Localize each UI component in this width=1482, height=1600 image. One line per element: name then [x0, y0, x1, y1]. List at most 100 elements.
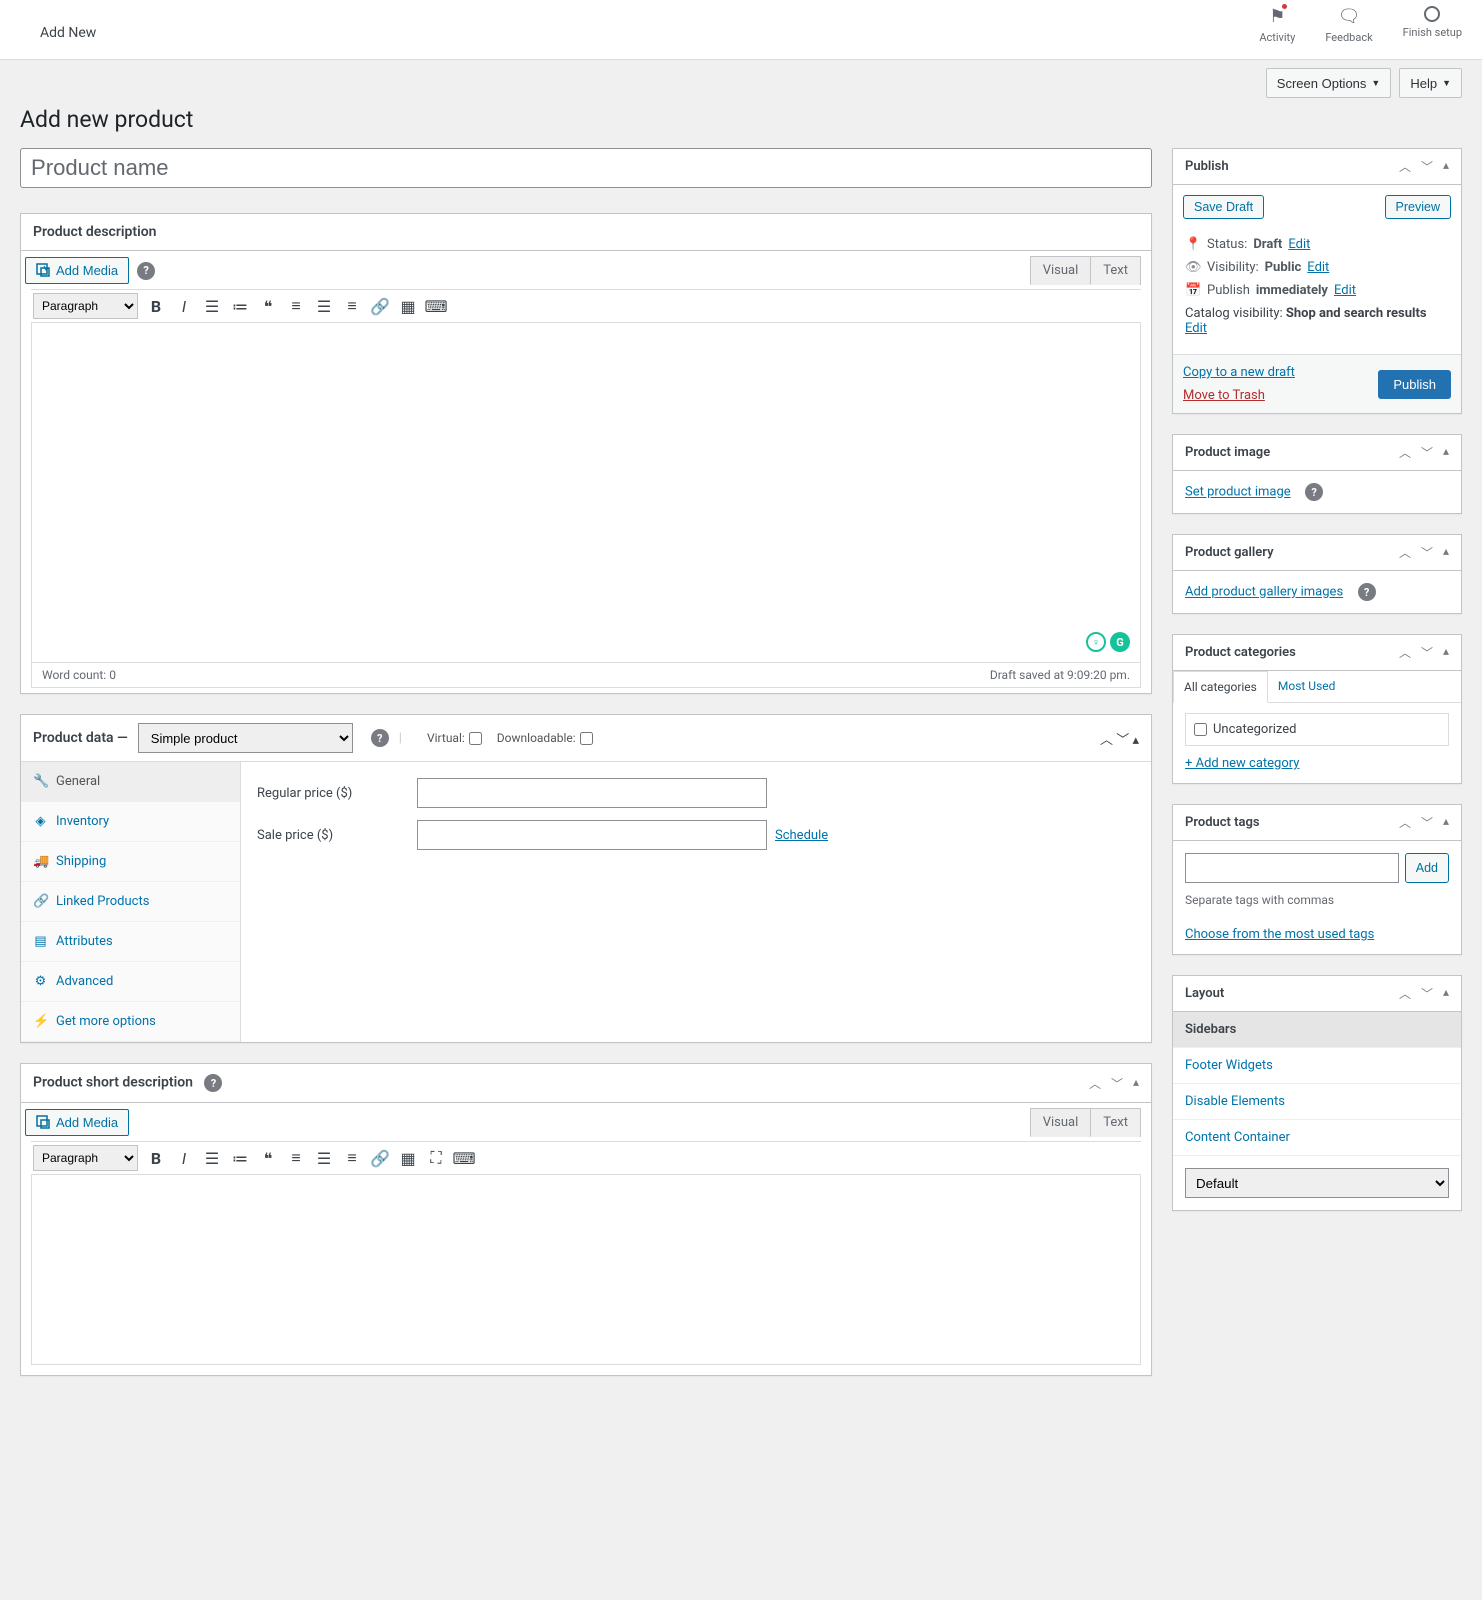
edit-status-link[interactable]: Edit — [1288, 237, 1310, 252]
chevron-up-icon[interactable]: ︿ — [1100, 733, 1113, 748]
tag-input[interactable] — [1185, 853, 1399, 883]
cat-tab-most[interactable]: Most Used — [1268, 671, 1346, 702]
edit-visibility-link[interactable]: Edit — [1307, 260, 1329, 275]
fullscreen-button[interactable]: ⛶ — [422, 1144, 450, 1172]
chevron-down-icon[interactable]: ﹀ — [1421, 814, 1433, 831]
edit-publish-link[interactable]: Edit — [1334, 283, 1356, 298]
link-button[interactable]: 🔗 — [366, 292, 394, 320]
toolbar-toggle-button[interactable]: ⌨ — [450, 1144, 478, 1172]
cat-tab-all[interactable]: All categories — [1173, 671, 1268, 703]
triangle-up-icon[interactable]: ▴ — [1133, 1075, 1139, 1092]
link-button[interactable]: 🔗 — [366, 1144, 394, 1172]
product-title-input[interactable] — [20, 148, 1152, 188]
quote-button[interactable]: ❝ — [254, 292, 282, 320]
layout-tab-footer[interactable]: Footer Widgets — [1173, 1048, 1461, 1084]
text-tab-short[interactable]: Text — [1090, 1108, 1141, 1137]
chevron-up-icon[interactable]: ︿ — [1399, 544, 1411, 561]
layout-tab-sidebars[interactable]: Sidebars — [1173, 1012, 1461, 1048]
triangle-up-icon[interactable]: ▴ — [1443, 544, 1449, 561]
chevron-up-icon[interactable]: ︿ — [1399, 985, 1411, 1002]
pd-tab-linked[interactable]: 🔗Linked Products — [21, 882, 240, 922]
pd-tab-general[interactable]: 🔧General — [21, 762, 240, 802]
pd-tab-advanced[interactable]: ⚙Advanced — [21, 962, 240, 1002]
chevron-up-icon[interactable]: ︿ — [1399, 644, 1411, 661]
uncategorized-checkbox[interactable] — [1194, 723, 1207, 736]
save-draft-button[interactable]: Save Draft — [1183, 195, 1264, 219]
visual-tab-short[interactable]: Visual — [1030, 1108, 1092, 1137]
add-tag-button[interactable]: Add — [1405, 853, 1449, 883]
insert-more-button[interactable]: ▦ — [394, 292, 422, 320]
numbered-list-button[interactable]: ≔ — [226, 1144, 254, 1172]
pd-tab-shipping[interactable]: 🚚Shipping — [21, 842, 240, 882]
sale-price-input[interactable] — [417, 820, 767, 850]
help-icon[interactable]: ? — [371, 729, 389, 747]
text-tab[interactable]: Text — [1090, 256, 1141, 285]
align-right-button[interactable]: ≡ — [338, 292, 366, 320]
italic-button[interactable]: I — [170, 292, 198, 320]
layout-tab-content[interactable]: Content Container — [1173, 1120, 1461, 1156]
align-center-button[interactable]: ☰ — [310, 1144, 338, 1172]
description-editor[interactable]: ♀ G — [31, 323, 1141, 663]
schedule-link[interactable]: Schedule — [775, 828, 828, 843]
move-to-trash-link[interactable]: Move to Trash — [1183, 388, 1295, 403]
grammarly-badge-icon[interactable]: ♀ — [1086, 632, 1106, 652]
align-left-button[interactable]: ≡ — [282, 1144, 310, 1172]
publish-button[interactable]: Publish — [1378, 370, 1451, 399]
help-icon[interactable]: ? — [1358, 583, 1376, 601]
bold-button[interactable]: B — [142, 1144, 170, 1172]
bullet-list-button[interactable]: ☰ — [198, 1144, 226, 1172]
bullet-list-button[interactable]: ☰ — [198, 292, 226, 320]
triangle-up-icon[interactable]: ▴ — [1443, 444, 1449, 461]
set-product-image-link[interactable]: Set product image — [1185, 485, 1291, 500]
choose-tags-link[interactable]: Choose from the most used tags — [1185, 927, 1374, 942]
grammarly-icon[interactable]: G — [1110, 632, 1130, 652]
italic-button[interactable]: I — [170, 1144, 198, 1172]
triangle-up-icon[interactable]: ▴ — [1443, 158, 1449, 175]
activity-button[interactable]: ⚑ Activity — [1259, 6, 1295, 44]
product-type-select[interactable]: Simple product — [138, 723, 353, 753]
triangle-up-icon[interactable]: ▴ — [1443, 644, 1449, 661]
chevron-down-icon[interactable]: ﹀ — [1421, 158, 1433, 175]
insert-more-button[interactable]: ▦ — [394, 1144, 422, 1172]
copy-draft-link[interactable]: Copy to a new draft — [1183, 365, 1295, 380]
help-button[interactable]: Help▼ — [1399, 68, 1462, 98]
chevron-down-icon[interactable]: ﹀ — [1116, 733, 1129, 748]
add-media-button-short[interactable]: Add Media — [25, 1109, 129, 1136]
add-new-category-link[interactable]: + Add new category — [1185, 756, 1299, 771]
layout-default-select[interactable]: Default — [1185, 1168, 1449, 1198]
pd-tab-attributes[interactable]: ▤Attributes — [21, 922, 240, 962]
chevron-up-icon[interactable]: ︿ — [1399, 814, 1411, 831]
short-description-editor[interactable] — [31, 1175, 1141, 1365]
help-icon[interactable]: ? — [1305, 483, 1323, 501]
align-right-button[interactable]: ≡ — [338, 1144, 366, 1172]
chevron-down-icon[interactable]: ﹀ — [1421, 544, 1433, 561]
bold-button[interactable]: B — [142, 292, 170, 320]
numbered-list-button[interactable]: ≔ — [226, 292, 254, 320]
format-select-short[interactable]: Paragraph — [33, 1145, 138, 1171]
quote-button[interactable]: ❝ — [254, 1144, 282, 1172]
chevron-down-icon[interactable]: ﹀ — [1421, 985, 1433, 1002]
help-icon[interactable]: ? — [137, 262, 155, 280]
edit-catalog-link[interactable]: Edit — [1185, 321, 1207, 336]
downloadable-checkbox[interactable] — [580, 732, 593, 745]
triangle-up-icon[interactable]: ▴ — [1132, 733, 1139, 748]
screen-options-button[interactable]: Screen Options▼ — [1266, 68, 1392, 98]
add-media-button[interactable]: Add Media — [25, 257, 129, 284]
pd-tab-inventory[interactable]: ◈Inventory — [21, 802, 240, 842]
virtual-checkbox[interactable] — [469, 732, 482, 745]
chevron-up-icon[interactable]: ︿ — [1399, 444, 1411, 461]
triangle-up-icon[interactable]: ▴ — [1443, 814, 1449, 831]
chevron-up-icon[interactable]: ︿ — [1089, 1075, 1101, 1092]
help-icon[interactable]: ? — [204, 1074, 222, 1092]
layout-tab-disable[interactable]: Disable Elements — [1173, 1084, 1461, 1120]
visual-tab[interactable]: Visual — [1030, 256, 1092, 285]
chevron-down-icon[interactable]: ﹀ — [1111, 1075, 1123, 1092]
pd-tab-more[interactable]: ⚡Get more options — [21, 1002, 240, 1042]
regular-price-input[interactable] — [417, 778, 767, 808]
align-left-button[interactable]: ≡ — [282, 292, 310, 320]
feedback-button[interactable]: 🗨 Feedback — [1325, 6, 1372, 44]
format-select[interactable]: Paragraph — [33, 293, 138, 319]
toolbar-toggle-button[interactable]: ⌨ — [422, 292, 450, 320]
align-center-button[interactable]: ☰ — [310, 292, 338, 320]
add-gallery-link[interactable]: Add product gallery images — [1185, 585, 1343, 600]
